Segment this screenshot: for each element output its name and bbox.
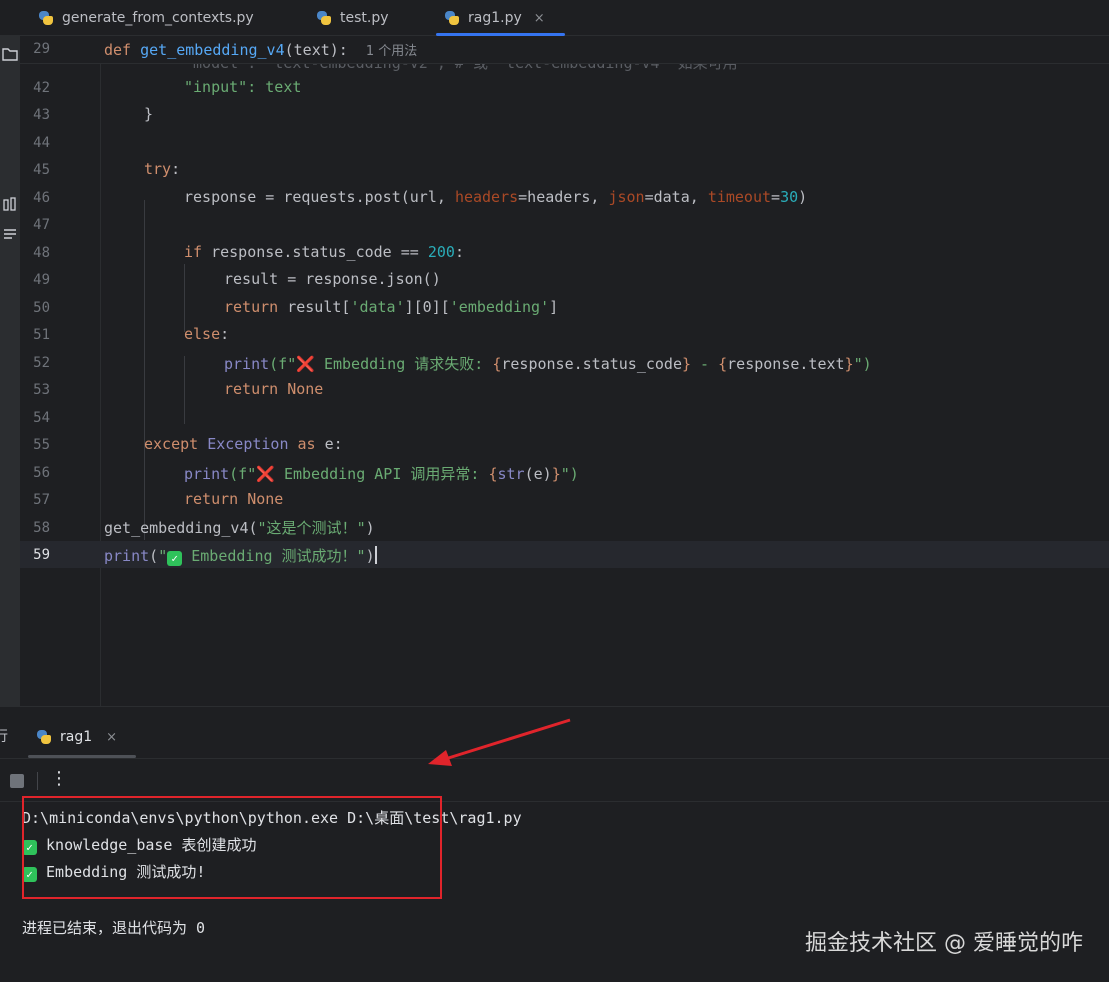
line-number: 47: [33, 217, 50, 233]
project-folder-icon[interactable]: [2, 46, 18, 62]
code-line-46: response = requests.post(url, headers=he…: [184, 188, 808, 206]
console-exit-message: 进程已结束，退出代码为 0: [22, 919, 206, 937]
run-tab-label: rag1: [60, 729, 93, 745]
line-number: 59: [33, 547, 50, 563]
code-line-45: try:: [144, 160, 181, 178]
indent-guide: [144, 200, 145, 540]
line-number: 57: [33, 492, 50, 508]
code-line-49: result = response.json(): [224, 270, 441, 288]
code-line-56: print(f"❌ Embedding API 调用异常: {str(e)}"): [184, 465, 579, 483]
line-number: 43: [33, 107, 50, 123]
function-definition: def get_embedding_v4(text): 1 个用法: [104, 41, 418, 59]
code-line-51: else:: [184, 325, 230, 343]
structure-icon[interactable]: [2, 196, 18, 212]
code-editor[interactable]: "model": "text-embedding-v2", # 或 "text-…: [20, 36, 1109, 706]
tab-label: test.py: [340, 10, 389, 26]
line-number: 53: [33, 382, 50, 398]
python-file-icon: [444, 10, 460, 26]
indent-guide: [184, 264, 185, 332]
code-line-52: print(f"❌ Embedding 请求失败: {response.stat…: [224, 355, 872, 373]
line-number: 46: [33, 190, 50, 206]
tab-test[interactable]: test.py: [316, 0, 389, 36]
bookmarks-list-icon[interactable]: [2, 226, 18, 242]
code-line-42: "input": text: [184, 78, 302, 96]
run-side-label: 行: [0, 729, 8, 745]
code-line-53: return None: [224, 380, 324, 398]
close-icon[interactable]: ×: [534, 11, 545, 26]
code-line-58: get_embedding_v4("这是个测试！"): [104, 519, 375, 537]
code-line-48: if response.status_code == 200:: [184, 243, 464, 261]
line-number: 55: [33, 437, 50, 453]
line-number: 48: [33, 245, 50, 261]
line-number: 44: [33, 135, 50, 151]
line-number: 45: [33, 162, 50, 178]
annotation-arrow-icon: [428, 718, 571, 766]
code-line-43: }: [144, 105, 154, 123]
gutter-divider: [100, 36, 101, 706]
toolbar-divider: [37, 772, 38, 790]
run-tab-rag1[interactable]: rag1 ×: [36, 717, 117, 757]
tab-generate-from-contexts[interactable]: generate_from_contexts.py: [38, 0, 254, 36]
line-number: 49: [33, 272, 50, 288]
line-number: 52: [33, 355, 50, 371]
code-line-57: return None: [184, 490, 284, 508]
text-cursor: [374, 546, 377, 564]
python-file-icon: [38, 10, 54, 26]
tab-label: generate_from_contexts.py: [62, 10, 254, 26]
tab-rag1[interactable]: rag1.py ×: [436, 0, 565, 36]
python-file-icon: [316, 10, 332, 26]
line-number: 54: [33, 410, 50, 426]
sticky-scroll-header[interactable]: 29 def get_embedding_v4(text): 1 个用法: [20, 36, 1109, 64]
usages-hint: 1 个用法: [365, 44, 418, 59]
cross-mark-icon: ❌: [296, 355, 315, 373]
code-line-55: except Exception as e:: [144, 435, 343, 453]
active-tab-indicator: [28, 755, 136, 758]
line-number: 56: [33, 465, 50, 481]
watermark: 掘金技术社区 @ 爱睡觉的咋: [805, 931, 1083, 956]
stop-icon[interactable]: [10, 774, 24, 788]
left-tool-strip: [0, 36, 20, 706]
tab-label: rag1.py: [468, 10, 522, 26]
line-number: 51: [33, 327, 50, 343]
line-number: 42: [33, 80, 50, 96]
line-number: 58: [33, 520, 50, 536]
editor-tab-bar: generate_from_contexts.py test.py rag1.p…: [0, 0, 1109, 36]
indent-guide: [184, 356, 185, 424]
more-options-icon[interactable]: ⋮: [50, 768, 68, 789]
line-number: 29: [33, 41, 50, 57]
annotation-highlight-box: [22, 796, 442, 899]
code-line-50: return result['data'][0]['embedding']: [224, 298, 559, 316]
code-line-59: print(" ✓ Embedding 测试成功！"): [104, 546, 377, 566]
check-mark-icon: ✓: [167, 551, 183, 566]
close-icon[interactable]: ×: [106, 730, 117, 745]
cross-mark-icon: ❌: [256, 465, 275, 483]
python-file-icon: [36, 729, 52, 745]
line-number: 50: [33, 300, 50, 316]
